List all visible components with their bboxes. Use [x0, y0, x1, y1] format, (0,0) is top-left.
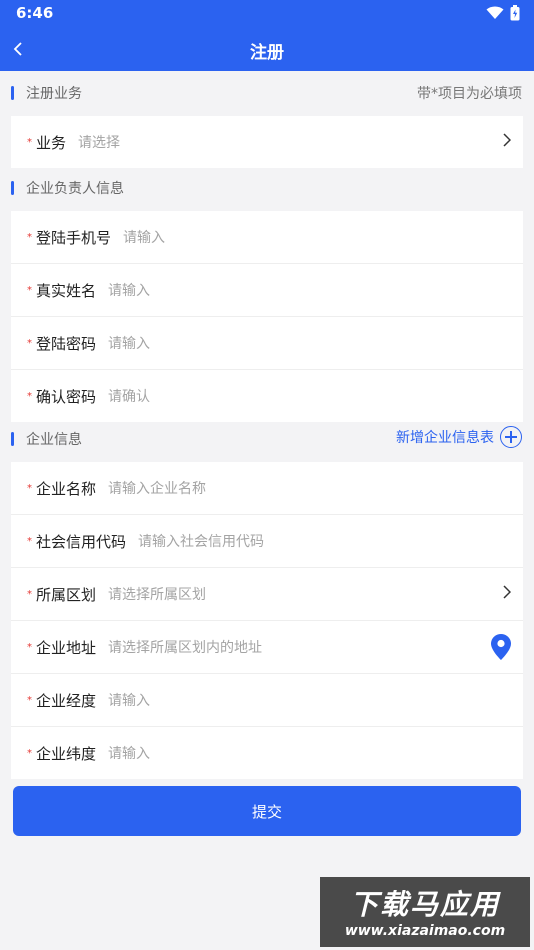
- field-label: 真实姓名: [36, 281, 97, 300]
- required-mark: *: [27, 136, 32, 148]
- add-company-info-label: 新增企业信息表: [396, 430, 494, 446]
- status-icons: [486, 5, 520, 21]
- submit-button[interactable]: 提交: [13, 786, 521, 836]
- credit-code-input[interactable]: 请输入社会信用代码: [138, 531, 264, 551]
- required-mark: *: [27, 231, 32, 243]
- password-input[interactable]: 请输入: [108, 333, 150, 353]
- required-mark: *: [27, 284, 32, 296]
- district-select[interactable]: 请选择所属区划: [108, 584, 206, 604]
- watermark-url: www.xiazaimao.com: [344, 923, 506, 939]
- phone-input[interactable]: 请输入: [123, 227, 165, 247]
- owner-card: * 登陆手机号 请输入 * 真实姓名 请输入 * 登陆密码 请输入 * 确认密码…: [11, 211, 523, 422]
- latitude-row: * 企业纬度 请输入: [11, 727, 523, 779]
- section-accent-bar: [11, 181, 14, 195]
- longitude-input[interactable]: 请输入: [108, 690, 150, 710]
- field-label: 业务: [36, 133, 67, 152]
- longitude-row: * 企业经度 请输入: [11, 674, 523, 727]
- battery-icon: [510, 5, 520, 21]
- add-company-info-button[interactable]: 新增企业信息表: [396, 426, 522, 448]
- location-pin-icon[interactable]: [491, 634, 511, 664]
- business-select-row[interactable]: * 业务 请选择: [11, 116, 523, 168]
- district-row[interactable]: * 所属区划 请选择所属区划: [11, 568, 523, 621]
- confirm-password-input[interactable]: 请确认: [108, 386, 150, 406]
- field-label: 企业名称: [36, 479, 97, 498]
- section-title: 企业信息: [26, 432, 82, 448]
- company-name-row: * 企业名称 请输入企业名称: [11, 462, 523, 515]
- required-mark: *: [27, 588, 32, 600]
- business-select[interactable]: 请选择: [78, 132, 120, 152]
- address-input[interactable]: 请选择所属区划内的地址: [108, 637, 262, 657]
- required-mark: *: [27, 747, 32, 759]
- required-mark: *: [27, 482, 32, 494]
- chevron-right-icon: [503, 584, 512, 603]
- latitude-input[interactable]: 请输入: [108, 743, 150, 763]
- watermark-logo: 下载马应用 www.xiazaimao.com: [320, 877, 530, 947]
- company-name-input[interactable]: 请输入企业名称: [108, 478, 206, 498]
- credit-code-row: * 社会信用代码 请输入社会信用代码: [11, 515, 523, 568]
- field-label: 企业经度: [36, 691, 97, 710]
- required-note: 带*项目为必填项: [417, 86, 522, 102]
- confirm-password-row: * 确认密码 请确认: [11, 370, 523, 422]
- status-time: 6:46: [16, 4, 54, 22]
- required-mark: *: [27, 694, 32, 706]
- section-owner-header: 企业负责人信息: [0, 166, 534, 210]
- page-title: 注册: [250, 43, 284, 63]
- watermark-title: 下载马应用: [349, 888, 500, 921]
- password-row: * 登陆密码 请输入: [11, 317, 523, 370]
- required-mark: *: [27, 337, 32, 349]
- section-business-header: 注册业务 带*项目为必填项: [0, 71, 534, 115]
- section-company-header: 企业信息 新增企业信息表: [0, 417, 534, 461]
- plus-circle-icon: [500, 426, 522, 448]
- address-row: * 企业地址 请选择所属区划内的地址: [11, 621, 523, 674]
- business-card: * 业务 请选择: [11, 116, 523, 168]
- wifi-icon: [486, 6, 504, 19]
- field-label: 企业地址: [36, 638, 97, 657]
- section-title: 企业负责人信息: [26, 181, 124, 197]
- required-mark: *: [27, 535, 32, 547]
- section-title: 注册业务: [26, 86, 82, 102]
- field-label: 所属区划: [36, 585, 97, 604]
- field-label: 企业纬度: [36, 744, 97, 763]
- required-mark: *: [27, 390, 32, 402]
- company-card: * 企业名称 请输入企业名称 * 社会信用代码 请输入社会信用代码 * 所属区划…: [11, 462, 523, 779]
- field-label: 确认密码: [36, 387, 97, 406]
- required-mark: *: [27, 641, 32, 653]
- app-bar: 6:46 注册: [0, 0, 534, 71]
- chevron-right-icon: [503, 132, 512, 151]
- field-label: 登陆密码: [36, 334, 97, 353]
- section-accent-bar: [11, 432, 14, 446]
- real-name-row: * 真实姓名 请输入: [11, 264, 523, 317]
- field-label: 社会信用代码: [36, 532, 127, 551]
- field-label: 登陆手机号: [36, 228, 112, 247]
- section-accent-bar: [11, 86, 14, 100]
- real-name-input[interactable]: 请输入: [108, 280, 150, 300]
- phone-row: * 登陆手机号 请输入: [11, 211, 523, 264]
